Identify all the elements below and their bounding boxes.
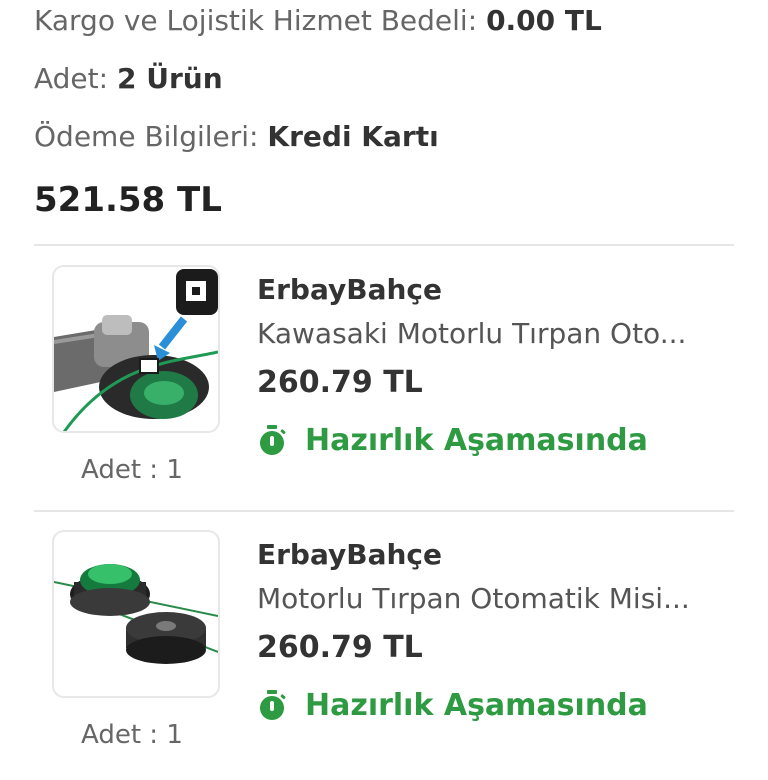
shipping-fee-value: 0.00 TL <box>486 4 602 37</box>
order-total: 521.58 TL <box>34 180 222 220</box>
divider <box>34 510 734 512</box>
payment-info-value: Kredi Kartı <box>267 120 439 153</box>
stopwatch-icon <box>257 689 287 722</box>
item-price: 260.79 TL <box>257 365 423 400</box>
item-price: 260.79 TL <box>257 630 423 665</box>
order-status: Hazırlık Aşamasında <box>257 688 648 723</box>
item-count-line: Adet: 2 Ürün <box>34 62 223 96</box>
order-item[interactable]: Adet : 1 ErbayBahçe Motorlu Tırpan Otoma… <box>0 530 768 780</box>
item-count-label: Adet: <box>34 62 109 95</box>
product-title[interactable]: Motorlu Tırpan Otomatik Misi... <box>257 582 690 615</box>
product-title[interactable]: Kawasaki Motorlu Tırpan Oto... <box>257 317 686 350</box>
order-status: Hazırlık Aşamasında <box>257 423 648 458</box>
product-image[interactable] <box>52 530 220 698</box>
order-detail: Kargo ve Lojistik Hizmet Bedeli: 0.00 TL… <box>0 0 768 768</box>
product-image[interactable] <box>52 265 220 433</box>
divider <box>34 244 734 246</box>
seller-name[interactable]: ErbayBahçe <box>257 538 442 571</box>
payment-info-label: Ödeme Bilgileri: <box>34 120 259 153</box>
shipping-fee-line: Kargo ve Lojistik Hizmet Bedeli: 0.00 TL <box>34 4 602 38</box>
item-count-value: 2 Ürün <box>116 62 223 95</box>
shipping-fee-label: Kargo ve Lojistik Hizmet Bedeli: <box>34 4 478 37</box>
order-item[interactable]: Adet : 1 ErbayBahçe Kawasaki Motorlu Tır… <box>0 265 768 515</box>
seller-name[interactable]: ErbayBahçe <box>257 273 442 306</box>
status-text: Hazırlık Aşamasında <box>305 688 648 723</box>
item-quantity: Adet : 1 <box>81 455 183 485</box>
item-quantity: Adet : 1 <box>81 720 183 750</box>
status-text: Hazırlık Aşamasında <box>305 423 648 458</box>
payment-info-line: Ödeme Bilgileri: Kredi Kartı <box>34 120 439 154</box>
stopwatch-icon <box>257 424 287 457</box>
